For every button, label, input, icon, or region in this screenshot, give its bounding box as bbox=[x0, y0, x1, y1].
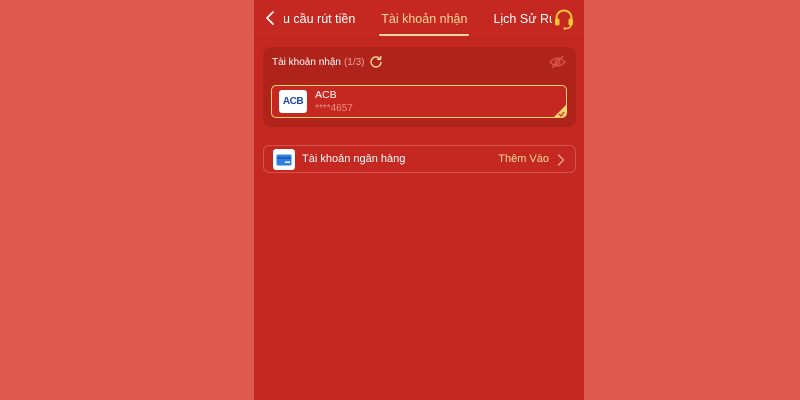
toggle-visibility-button[interactable] bbox=[549, 55, 566, 69]
acb-logo: ACB bbox=[279, 90, 307, 113]
eye-off-icon bbox=[549, 55, 566, 69]
back-button[interactable] bbox=[260, 8, 280, 28]
support-button[interactable] bbox=[552, 7, 576, 31]
bank-account-row[interactable]: Tài khoản ngân hàng Thêm Vào bbox=[263, 145, 576, 173]
account-count: (1/3) bbox=[343, 57, 365, 68]
header-divider bbox=[254, 38, 584, 39]
refresh-button[interactable] bbox=[369, 55, 383, 69]
chevron-right-icon bbox=[557, 154, 565, 166]
tab-receiving-account[interactable]: Tài khoản nhận bbox=[368, 0, 480, 38]
tab-withdraw-request[interactable]: u cầu rút tiền bbox=[284, 0, 368, 38]
tab-bar: u cầu rút tiền Tài khoản nhận Lịch Sử Rú… bbox=[284, 0, 552, 38]
bank-name: ACB bbox=[315, 89, 337, 101]
card-title-label: Tài khoản nhận bbox=[272, 57, 341, 68]
receiving-account-card: Tài khoản nhận (1/3) ACB ACB ****4657 bbox=[263, 47, 576, 127]
add-bank-button[interactable]: Thêm Vào bbox=[498, 153, 549, 165]
account-item-acb[interactable]: ACB ACB ****4657 bbox=[271, 85, 567, 118]
card-title: Tài khoản nhận (1/3) bbox=[272, 57, 365, 68]
header: u cầu rút tiền Tài khoản nhận Lịch Sử Rú… bbox=[254, 0, 584, 38]
bank-card-icon bbox=[273, 149, 295, 170]
refresh-icon bbox=[370, 55, 382, 68]
checkmark-icon bbox=[558, 111, 565, 117]
phone-screen: u cầu rút tiền Tài khoản nhận Lịch Sử Rú… bbox=[254, 0, 584, 400]
tab-withdraw-history[interactable]: Lịch Sử Rút T bbox=[480, 0, 552, 38]
chevron-left-icon bbox=[266, 11, 274, 25]
headset-icon bbox=[555, 9, 573, 30]
bank-account-label: Tài khoản ngân hàng bbox=[302, 153, 406, 165]
masked-account-number: ****4657 bbox=[315, 103, 353, 114]
